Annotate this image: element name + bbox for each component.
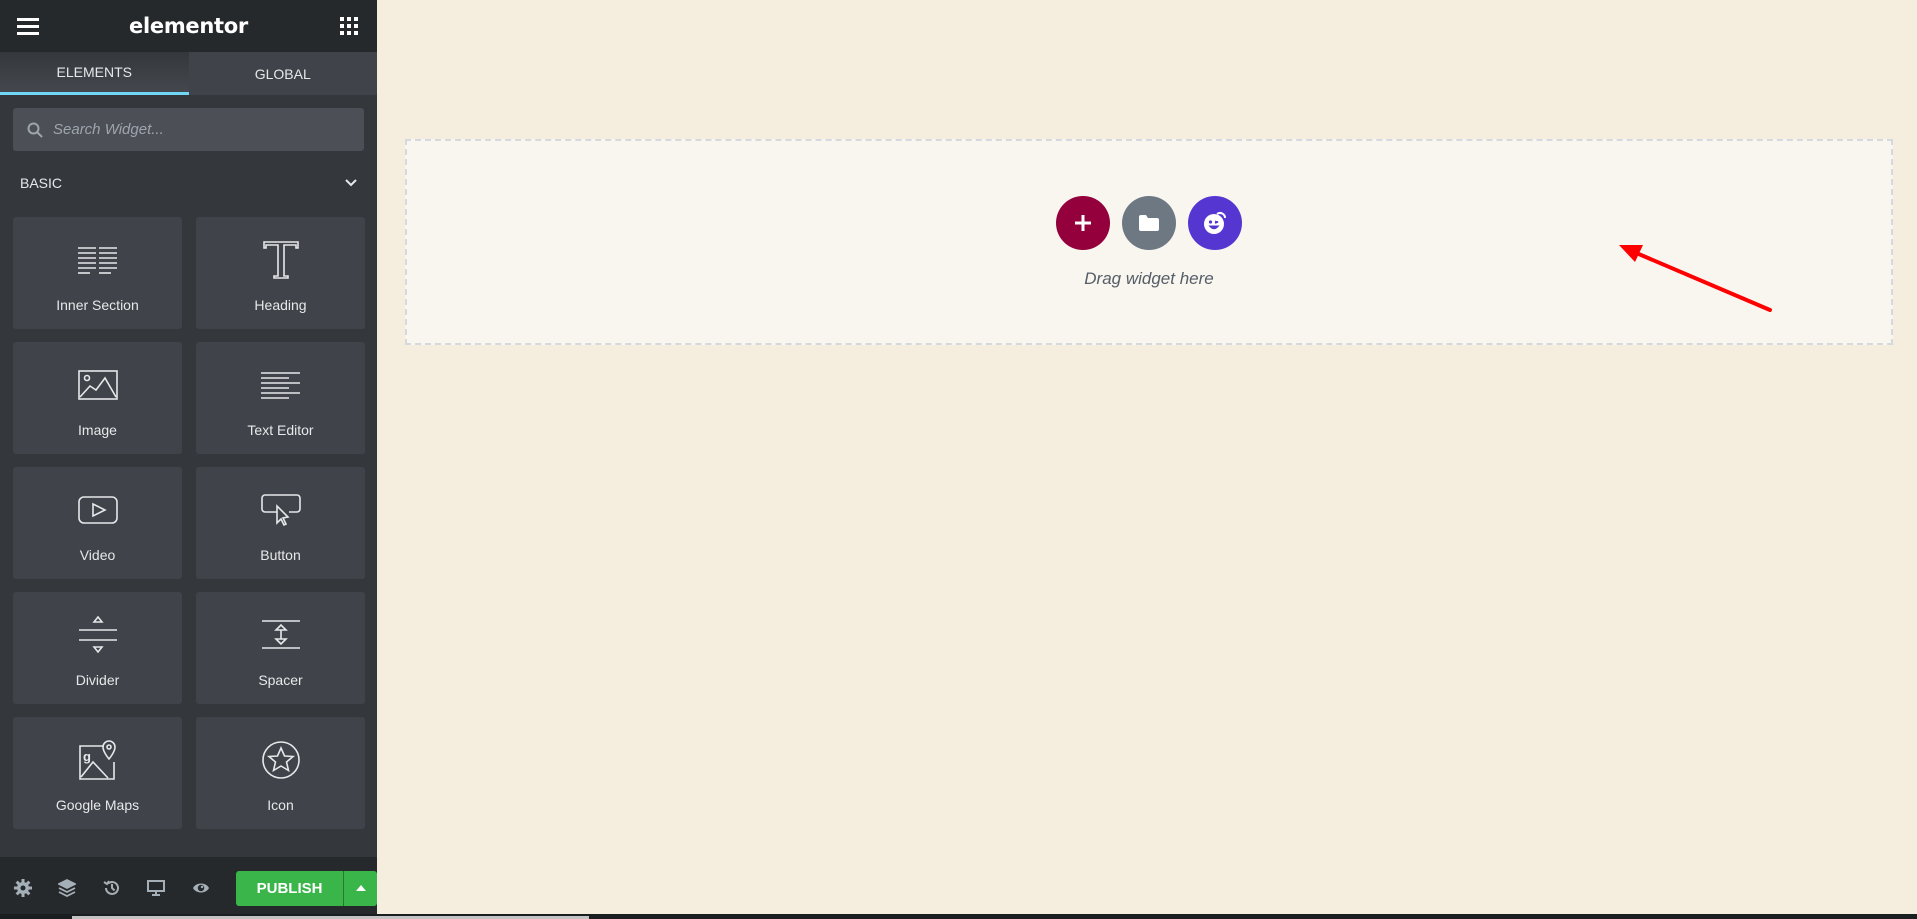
settings-icon xyxy=(14,879,32,897)
widget-label: Google Maps xyxy=(55,797,140,813)
video-icon xyxy=(77,496,118,524)
publish-group: PUBLISH xyxy=(236,870,378,906)
add-section-button[interactable] xyxy=(1056,196,1110,250)
folder-icon xyxy=(1139,215,1159,231)
widget-inner-section[interactable]: Inner Section xyxy=(13,217,182,329)
tab-global[interactable]: GLOBAL xyxy=(188,52,377,95)
image-icon xyxy=(77,370,118,400)
divider-icon xyxy=(78,616,117,654)
search-widget-input[interactable] xyxy=(53,121,313,138)
widget-video[interactable]: Video xyxy=(13,467,182,579)
preview-icon xyxy=(192,883,209,893)
svg-text:g: g xyxy=(83,749,91,764)
button-icon xyxy=(260,494,301,526)
annotation-arrow xyxy=(1619,245,1772,312)
smiley-face-icon xyxy=(1204,212,1226,234)
elementor-editor: elementor ELEMENTS GLOBAL BASIC xyxy=(0,0,1917,919)
widget-label: Heading xyxy=(254,297,307,313)
chevron-down-icon xyxy=(345,179,357,187)
search-icon xyxy=(27,122,43,138)
widget-heading[interactable]: Heading xyxy=(196,217,365,329)
settings-button[interactable] xyxy=(12,870,56,906)
elementor-logo: elementor xyxy=(129,14,248,38)
publish-button[interactable]: PUBLISH xyxy=(236,870,344,906)
widget-grid: Inner Section Heading Image Text Editor … xyxy=(0,215,377,829)
widget-label: Divider xyxy=(75,672,120,688)
panel-footer: PUBLISH xyxy=(0,857,378,919)
widget-label: Text Editor xyxy=(247,422,314,438)
search-box xyxy=(13,108,364,151)
publish-options-button[interactable] xyxy=(343,870,378,906)
preview-button[interactable] xyxy=(190,870,234,906)
widget-text-editor[interactable]: Text Editor xyxy=(196,342,365,454)
widget-image[interactable]: Image xyxy=(13,342,182,454)
category-basic-header[interactable]: BASIC xyxy=(0,151,377,215)
menu-button[interactable] xyxy=(16,14,40,38)
navigator-button[interactable] xyxy=(56,870,100,906)
preview-canvas: Drag widget here xyxy=(377,0,1917,914)
category-label: BASIC xyxy=(20,175,63,191)
panel-tabs: ELEMENTS GLOBAL xyxy=(0,52,377,95)
responsive-mode-icon xyxy=(147,880,166,896)
widget-label: Button xyxy=(260,547,301,563)
widget-divider[interactable]: Divider xyxy=(13,592,182,704)
elements-panel: elementor ELEMENTS GLOBAL BASIC xyxy=(0,0,378,919)
text-editor-icon xyxy=(260,372,300,399)
search-wrapper xyxy=(0,95,377,151)
google-maps-icon: g xyxy=(78,740,116,780)
heading-icon xyxy=(262,241,299,279)
widget-icon[interactable]: Icon xyxy=(196,717,365,829)
inner-section-icon xyxy=(77,247,117,274)
star-icon xyxy=(261,741,300,779)
spacer-icon xyxy=(261,620,300,649)
template-kit-button[interactable] xyxy=(1188,196,1242,250)
responsive-mode-button[interactable] xyxy=(145,870,189,906)
caret-up-icon xyxy=(355,885,366,891)
hamburger-menu-icon xyxy=(17,18,39,35)
panel-header: elementor xyxy=(0,0,377,52)
history-icon xyxy=(103,880,119,895)
widget-spacer[interactable]: Spacer xyxy=(196,592,365,704)
widget-button[interactable]: Button xyxy=(196,467,365,579)
grid-apps-icon xyxy=(339,17,358,35)
apps-button[interactable] xyxy=(337,14,361,38)
add-template-button[interactable] xyxy=(1122,196,1176,250)
widget-google-maps[interactable]: g Google Maps xyxy=(13,717,182,829)
widget-label: Inner Section xyxy=(56,297,139,313)
widget-label: Spacer xyxy=(258,672,303,688)
plus-icon xyxy=(1075,215,1091,231)
widget-label: Video xyxy=(79,547,116,563)
widget-label: Icon xyxy=(267,797,294,813)
history-button[interactable] xyxy=(101,870,145,906)
navigator-layers-icon xyxy=(58,879,77,897)
widget-label: Image xyxy=(78,422,117,438)
tab-elements[interactable]: ELEMENTS xyxy=(0,52,189,95)
